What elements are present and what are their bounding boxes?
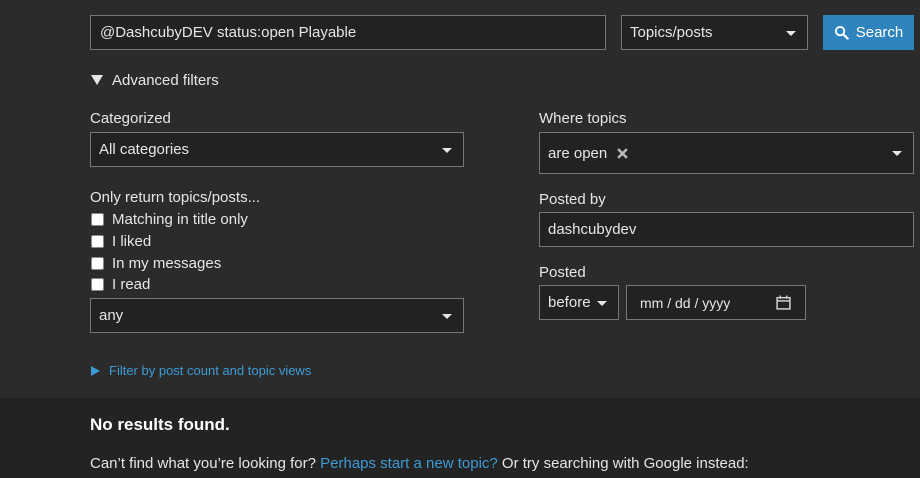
any-select[interactable]: any (90, 298, 464, 333)
checkbox-liked[interactable]: I liked (91, 231, 248, 253)
search-icon (834, 25, 849, 40)
checkbox-my-messages[interactable]: In my messages (91, 252, 248, 274)
google-text: Or try searching with Google instead: (501, 455, 749, 472)
category-select[interactable]: All categories (90, 132, 464, 167)
posted-label: Posted (539, 264, 586, 281)
search-input[interactable]: @DashcubyDEV status:open Playable (90, 15, 606, 50)
categorized-label: Categorized (90, 110, 171, 127)
checkbox[interactable] (91, 213, 104, 227)
close-icon[interactable] (617, 147, 628, 159)
date-placeholder: mm / dd / yyyy (640, 294, 731, 311)
search-button-label: Search (855, 24, 904, 41)
checkbox-list: Matching in title only I liked In my mes… (91, 209, 248, 296)
where-topics-select[interactable]: are open (539, 132, 914, 174)
advanced-filters-label: Advanced filters (112, 71, 219, 89)
checkbox-title-only[interactable]: Matching in title only (91, 209, 248, 231)
triangle-right-icon (91, 365, 100, 376)
no-results-heading: No results found. (90, 415, 230, 434)
search-type-select[interactable]: Topics/posts (621, 15, 808, 50)
filter-link-label: Filter by post count and topic views (109, 363, 312, 378)
chevron-down-icon (892, 151, 902, 156)
checkbox-label: In my messages (112, 254, 222, 272)
results-section: No results found. Can’t find what you’re… (0, 398, 920, 478)
calendar-icon[interactable] (776, 295, 791, 310)
date-input[interactable]: mm / dd / yyyy (626, 285, 806, 320)
checkbox-read[interactable]: I read (91, 274, 248, 296)
where-topics-label: Where topics (539, 110, 627, 127)
search-input-value: @DashcubyDEV status:open Playable (100, 24, 357, 41)
any-value: any (99, 307, 124, 324)
checkbox[interactable] (91, 256, 104, 270)
checkbox[interactable] (91, 278, 104, 292)
only-return-label: Only return topics/posts... (90, 189, 261, 206)
chevron-down-icon (442, 313, 452, 319)
chevron-down-icon (597, 300, 607, 306)
checkbox-label: I liked (112, 233, 152, 251)
filter-post-count-link[interactable]: Filter by post count and topic views (91, 363, 311, 378)
category-value: All categories (99, 141, 190, 158)
triangle-down-icon (91, 75, 103, 85)
checkbox-label: I read (112, 276, 151, 294)
new-topic-link[interactable]: Perhaps start a new topic? (320, 455, 498, 472)
search-type-value: Topics/posts (630, 24, 713, 41)
cant-find-line: Can’t find what you’re looking for? Perh… (90, 455, 749, 472)
posted-when-select[interactable]: before (539, 285, 619, 320)
posted-by-label: Posted by (539, 191, 606, 208)
checkbox[interactable] (91, 235, 104, 249)
advanced-filters-toggle[interactable]: Advanced filters (91, 71, 219, 89)
cant-find-text: Can’t find what you’re looking for? (90, 455, 316, 472)
posted-when-value: before (548, 294, 591, 311)
checkbox-label: Matching in title only (112, 211, 248, 229)
search-button[interactable]: Search (823, 15, 914, 50)
chevron-down-icon (786, 30, 796, 36)
chevron-down-icon (442, 147, 452, 153)
where-topics-value: are open (548, 144, 608, 162)
posted-by-input[interactable]: dashcubydev (539, 212, 914, 247)
posted-by-value: dashcubydev (548, 221, 637, 238)
